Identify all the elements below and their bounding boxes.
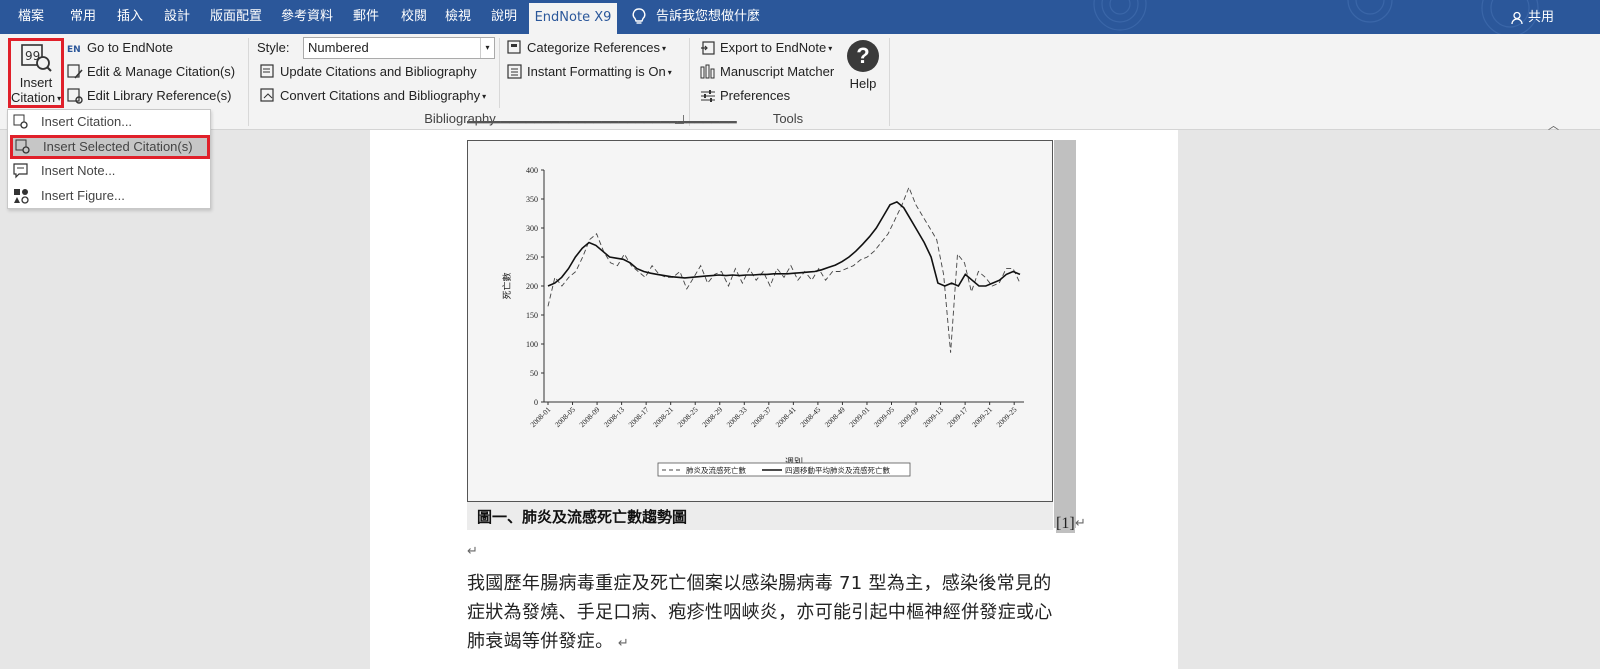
x-tick-label: 2008-49 xyxy=(823,405,847,429)
x-tick-label: 2008-17 xyxy=(627,405,651,429)
figure-chart[interactable]: 0 50 100 150 200 250 300 350 400 死亡數 2008-01 2008-0… xyxy=(467,140,1053,502)
question-mark-icon: ? xyxy=(847,40,879,72)
y-tick-label: 50 xyxy=(530,369,538,378)
insert-citation-icon: 99 xyxy=(21,44,52,72)
paragraph-line: 症狀為發燒、手足口病、疱疹性咽峽炎，亦可能引起中樞神經併發症或心 xyxy=(467,602,1053,623)
tell-me-search[interactable]: 告訴我您想做什麼 xyxy=(632,0,760,34)
insert-citation-label2: Citation ▾ xyxy=(11,90,62,105)
x-tick-label: 2009-09 xyxy=(896,405,920,429)
convert-icon xyxy=(260,88,274,102)
note-icon xyxy=(13,163,28,179)
y-tick-label: 300 xyxy=(526,224,538,233)
menu-item-insert-note[interactable]: Insert Note... xyxy=(8,159,210,183)
insert-citation-label1: Insert xyxy=(19,75,53,90)
tab-review[interactable]: 校閱 xyxy=(392,0,436,34)
help-label: Help xyxy=(849,76,877,91)
manuscript-matcher-icon xyxy=(700,64,715,79)
x-tick-label: 2009-05 xyxy=(872,405,896,429)
menu-item-insert-selected-citations[interactable]: Insert Selected Citation(s) xyxy=(10,135,210,159)
x-tick-label: 2009-25 xyxy=(995,405,1019,429)
style-value: Numbered xyxy=(308,40,369,55)
help-button[interactable]: ? Help xyxy=(843,40,883,91)
tab-layout[interactable]: 版面配置 xyxy=(203,0,269,34)
tab-file[interactable]: 檔案 xyxy=(8,0,54,34)
paragraph-mark: ↵ xyxy=(467,544,478,559)
categorize-icon xyxy=(507,40,521,54)
figure-caption: 圖一、肺炎及流感死亡數趨勢圖 xyxy=(477,508,688,526)
x-tick-label: 2008-41 xyxy=(774,405,798,429)
x-tick-label: 2008-01 xyxy=(528,405,552,429)
formatting-icon xyxy=(507,64,522,79)
group-separator xyxy=(689,38,690,126)
collapse-ribbon-icon[interactable]: ︿ xyxy=(1548,117,1559,133)
tab-home[interactable]: 常用 xyxy=(62,0,104,34)
tab-mailings[interactable]: 郵件 xyxy=(344,0,388,34)
sliders-icon xyxy=(701,90,715,102)
x-tick-label: 2008-33 xyxy=(725,405,749,429)
x-tick-label: 2008-45 xyxy=(798,405,822,429)
library-gear-icon xyxy=(67,88,83,104)
tab-references[interactable]: 參考資料 xyxy=(274,0,340,34)
x-tick-label: 2009-17 xyxy=(945,405,969,429)
partially-hidden-text-line: ━━━━━━━━━━━━━━━━━━━━━━━━━━━━━━━━ xyxy=(467,115,737,129)
y-tick-label: 400 xyxy=(526,166,538,175)
share-button[interactable]: 共用 xyxy=(1511,0,1554,34)
insert-citation-icon xyxy=(13,114,28,129)
lightbulb-icon xyxy=(632,7,646,24)
tab-insert[interactable]: 插入 xyxy=(108,0,152,34)
y-axis-label: 死亡數 xyxy=(501,272,513,299)
ribbon-tab-bar: 檔案 常用 插入 設計 版面配置 參考資料 郵件 校閱 檢視 說明 EndNot… xyxy=(0,0,1600,34)
y-tick-label: 100 xyxy=(526,340,538,349)
menu-item-insert-figure[interactable]: Insert Figure... xyxy=(8,184,210,208)
x-tick-label: 2008-21 xyxy=(651,405,675,429)
chart-svg: 050100150200250300350400死亡數2008-01 2008-0… xyxy=(501,166,1024,477)
x-tick-label: 2009-21 xyxy=(970,405,994,429)
group-separator xyxy=(248,38,249,126)
style-label: Style: xyxy=(257,40,290,55)
y-tick-label: 0 xyxy=(534,398,538,407)
group-separator xyxy=(889,38,890,126)
series-line-deaths xyxy=(547,186,1021,353)
y-tick-label: 150 xyxy=(526,311,538,320)
tab-endnote[interactable]: EndNote X9 xyxy=(529,3,617,34)
y-tick-label: 250 xyxy=(526,253,538,262)
selection-highlight xyxy=(1054,140,1076,528)
paragraph-line: 我國歷年腸病毒重症及死亡個案以感染腸病毒 71 型為主，感染後常見的 xyxy=(467,573,1052,594)
x-tick-label: 2009-13 xyxy=(921,405,945,429)
x-tick-label: 2008-05 xyxy=(553,405,577,429)
paragraph-line: 肺衰竭等併發症。 ↵ xyxy=(467,631,630,652)
update-icon xyxy=(260,64,274,78)
x-tick-label: 2008-13 xyxy=(602,405,626,429)
paragraph-mark: ↵ xyxy=(1075,516,1086,531)
tab-view[interactable]: 檢視 xyxy=(436,0,480,34)
x-tick-label: 2008-37 xyxy=(749,405,773,429)
tab-help[interactable]: 說明 xyxy=(482,0,526,34)
legend-label: 肺炎及流感死亡數 xyxy=(686,465,746,475)
citation-number[interactable]: [1] xyxy=(1056,515,1075,533)
insert-citation-menu: Insert Citation... Insert Selected Citat… xyxy=(7,109,211,209)
endnote-logo-icon: EN xyxy=(67,45,81,55)
svg-text:EN: EN xyxy=(67,45,81,55)
tell-me-text: 告訴我您想做什麼 xyxy=(656,9,761,24)
x-tick-label: 2008-29 xyxy=(700,405,724,429)
x-tick-label: 2008-25 xyxy=(676,405,700,429)
edit-citation-icon xyxy=(67,64,83,79)
chevron-down-icon[interactable]: ▾ xyxy=(480,38,494,58)
style-select[interactable]: Numbered ▾ xyxy=(303,37,495,59)
insert-citation-button[interactable]: 99 Insert Citation ▾ xyxy=(8,38,64,108)
tab-design[interactable]: 設計 xyxy=(155,0,199,34)
figure-icon xyxy=(14,189,29,204)
series-line-moving-average xyxy=(547,200,1021,288)
export-icon xyxy=(701,41,715,55)
person-icon xyxy=(1511,11,1523,24)
x-tick-label: 2009-01 xyxy=(847,405,871,429)
share-label: 共用 xyxy=(1527,10,1554,25)
menu-item-insert-citation[interactable]: Insert Citation... xyxy=(8,110,210,134)
insert-selected-citation-icon xyxy=(15,139,30,154)
y-tick-label: 350 xyxy=(526,195,538,204)
y-tick-label: 200 xyxy=(526,282,538,291)
legend-label: 四週移動平均肺炎及流感死亡數 xyxy=(785,465,890,475)
group-separator xyxy=(499,38,500,108)
x-tick-label: 2008-09 xyxy=(577,405,601,429)
